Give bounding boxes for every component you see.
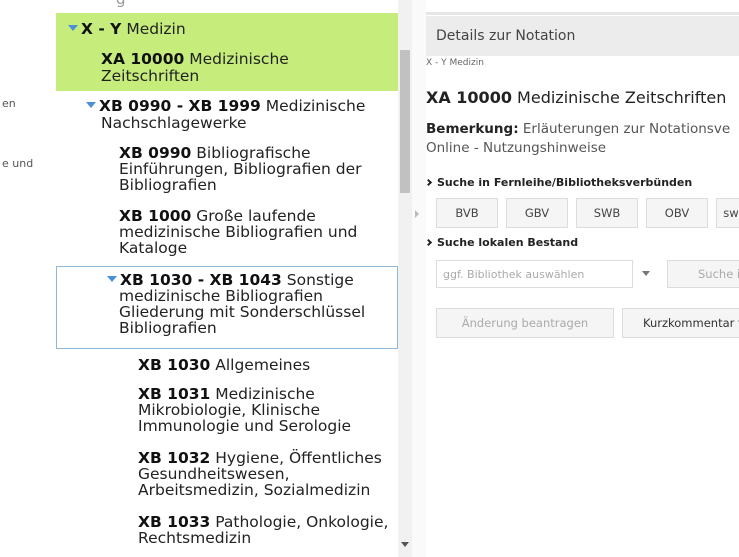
- detail-header: Details zur Notation: [426, 16, 739, 56]
- remark-label: Bemerkung:: [426, 121, 519, 137]
- tree-item-title: Kataloge: [119, 239, 188, 257]
- search-local-button[interactable]: Suche in: [667, 260, 739, 288]
- tree-item-code: XB 1030: [138, 356, 211, 374]
- scrollbar-thumb[interactable]: [400, 50, 410, 193]
- section-lokal: Suche lokalen Bestand: [426, 236, 578, 249]
- left-fragment-text: e und: [2, 157, 34, 170]
- change-request-button[interactable]: Änderung beantragen: [436, 308, 614, 338]
- verbund-button-sw[interactable]: sw: [716, 198, 739, 228]
- expand-triangle-icon[interactable]: [68, 25, 78, 31]
- left-fragment-text: en: [2, 97, 16, 110]
- panel-splitter[interactable]: [412, 0, 426, 557]
- notation-tree: g X - Y Medizin XA 10000 Medizinische Ze…: [56, 0, 398, 557]
- notation-title: Medizinische Zeitschriften: [517, 88, 727, 107]
- chevron-down-icon[interactable]: [642, 271, 650, 276]
- tree-item-xb1030-xb1043[interactable]: XB 1030 - XB 1043 Sonstige medizinische …: [56, 266, 398, 349]
- section-lokal-label: Suche lokalen Bestand: [437, 236, 579, 249]
- section-fernleihe-label: Suche in Fernleihe/Bibliotheksverbünden: [437, 176, 693, 189]
- chevron-right-icon: [426, 178, 433, 187]
- verbund-button-obv[interactable]: OBV: [646, 198, 708, 228]
- tree-item-code: XB 0990 - XB 1999: [99, 97, 261, 115]
- notation-code: XA 10000: [426, 88, 512, 107]
- tree-item-partial: g: [116, 0, 398, 8]
- remark-line: Bemerkung: Erläuterungen zur Notationsve: [426, 121, 730, 137]
- verbund-button-swb[interactable]: SWB: [576, 198, 638, 228]
- verbund-button-gbv[interactable]: GBV: [506, 198, 568, 228]
- detail-top-bar: [426, 12, 739, 15]
- tree-item-title: Medizinische: [189, 50, 289, 68]
- detail-header-title: Details zur Notation: [436, 28, 576, 44]
- remark-link[interactable]: Online - Nutzungshinweise: [426, 140, 606, 156]
- detail-panel: Details zur Notation X - Y Medizin XA 10…: [426, 0, 739, 557]
- tree-item-title: Zeitschriften: [101, 67, 200, 85]
- tree-item-title: Bibliografien: [119, 176, 217, 194]
- tree-item-code: XA 10000: [101, 50, 185, 68]
- breadcrumb[interactable]: X - Y Medizin: [426, 58, 484, 68]
- expand-triangle-icon[interactable]: [107, 276, 117, 282]
- tree-item-x-y[interactable]: X - Y Medizin XA 10000 Medizinische Zeit…: [56, 13, 398, 91]
- notation-heading: XA 10000 Medizinische Zeitschriften: [426, 88, 726, 107]
- tree-item-title: Arbeitsmedizin, Sozialmedizin: [138, 481, 371, 499]
- library-select[interactable]: ggf. Bibliothek auswählen: [436, 260, 633, 288]
- tree-item-title: Bibliografien: [119, 319, 217, 337]
- tree-scrollbar[interactable]: [398, 0, 412, 557]
- tree-item-title: Medizin: [126, 20, 186, 38]
- tree-item-xa10000[interactable]: XA 10000 Medizinische Zeitschriften: [101, 51, 289, 85]
- tree-item-title: Allgemeines: [215, 356, 311, 374]
- tree-item-title: Rechtsmedizin: [138, 529, 252, 547]
- tree-item-code: X - Y: [81, 20, 122, 38]
- tree-item-title: Medizinische: [265, 97, 366, 115]
- tree-item-title: Immunologie und Serologie: [138, 417, 352, 435]
- library-select-placeholder: ggf. Bibliothek auswählen: [443, 268, 585, 281]
- section-fernleihe: Suche in Fernleihe/Bibliotheksverbünden: [426, 176, 692, 189]
- collapse-arrow-icon[interactable]: [415, 210, 419, 218]
- verbund-button-bvb[interactable]: BVB: [436, 198, 498, 228]
- tree-item-title: Nachschlagewerke: [101, 114, 247, 132]
- chevron-right-icon: [426, 238, 433, 247]
- remark-text: Erläuterungen zur Notationsve: [522, 121, 731, 137]
- expand-triangle-icon[interactable]: [86, 102, 96, 108]
- left-column-fragment: en e und: [0, 0, 56, 557]
- short-comment-button[interactable]: Kurzkommentar ve: [622, 308, 739, 338]
- scroll-down-arrow-icon[interactable]: [401, 542, 409, 547]
